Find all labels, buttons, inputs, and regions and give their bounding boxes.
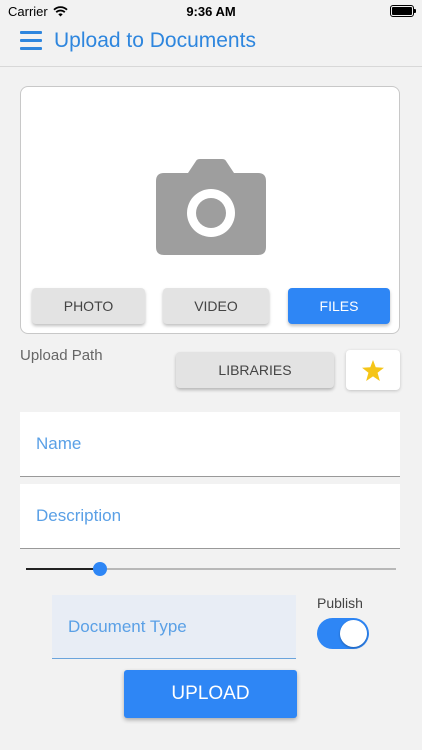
media-preview-card: PHOTO VIDEO FILES [20,86,400,334]
photo-button[interactable]: PHOTO [32,288,145,324]
video-button[interactable]: VIDEO [163,288,269,324]
publish-toggle[interactable] [317,618,369,649]
document-type-container [52,595,296,659]
files-button[interactable]: FILES [288,288,390,324]
upload-button[interactable]: UPLOAD [124,670,297,718]
hamburger-menu-icon[interactable] [20,31,42,51]
slider[interactable] [26,561,396,577]
slider-fill [26,568,100,570]
battery-icon [390,5,416,17]
document-type-input[interactable] [52,595,296,658]
name-field-container [20,412,400,477]
star-icon [362,359,384,381]
nav-bar: Upload to Documents [0,22,422,67]
slider-thumb[interactable] [93,562,107,576]
status-bar: Carrier 9:36 AM [0,0,422,22]
libraries-button[interactable]: LIBRARIES [176,352,334,388]
favorite-button[interactable] [346,350,400,390]
toggle-knob [340,620,367,647]
name-input[interactable] [20,412,400,476]
publish-label: Publish [317,595,363,611]
description-input[interactable] [20,484,400,548]
upload-path-label: Upload Path [20,347,103,364]
page-title: Upload to Documents [54,29,256,52]
description-field-container [20,484,400,549]
camera-icon[interactable] [156,159,266,255]
status-time: 9:36 AM [186,4,236,19]
